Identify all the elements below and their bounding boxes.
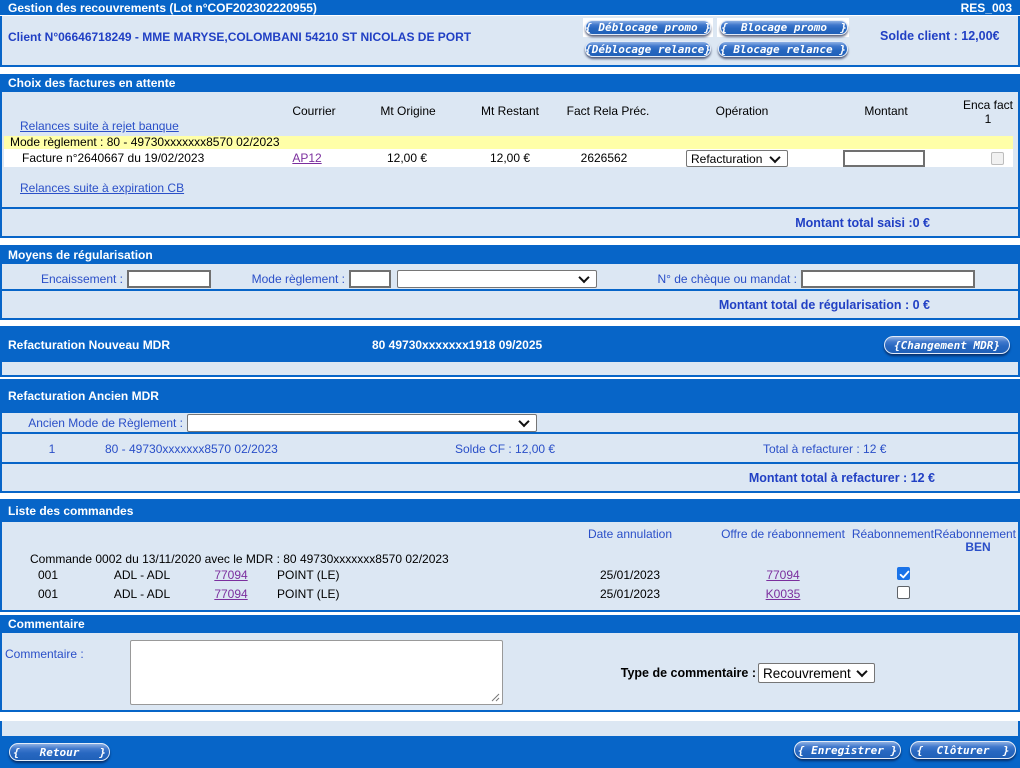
page-title: Gestion des recouvrements (Lot n°COF2023… (8, 1, 317, 15)
ancien-mdr-row-solde: Solde CF : 12,00 € (455, 442, 556, 456)
col-header-montant: Montant (864, 104, 908, 118)
screen-code: RES_003 (960, 1, 1012, 15)
commande-row-num: 001 (37, 568, 59, 582)
ancien-mdr-select-label: Ancien Mode de Règlement : (28, 416, 183, 430)
blocage-promo-button[interactable]: { Blocage promo } (720, 20, 848, 35)
mode-reglement-label: Mode règlement : 80 - 49730xxxxxxx8570 0… (10, 135, 280, 149)
operation-select[interactable]: Refacturation (686, 150, 788, 167)
commentaire-section-header (0, 615, 1020, 633)
page: Gestion des recouvrements (Lot n°COF2023… (0, 0, 1020, 768)
cheque-label: N° de chèque ou mandat : (657, 272, 797, 286)
col-header-enca-fact: Enca fact 1 (962, 98, 1014, 126)
commande-row-date: 25/01/2023 (599, 587, 661, 601)
fact-rela-value: 2626562 (580, 151, 628, 165)
col-header-date-annulation: Date annulation (587, 527, 673, 541)
deblocage-promo-button[interactable]: { Déblocage promo } (585, 20, 711, 35)
divider (2, 462, 1018, 464)
commentaire-section-title: Commentaire (8, 617, 85, 631)
col-header-mt-origine: Mt Origine (380, 104, 436, 118)
solde-client: Solde client : 12,00€ (880, 29, 1000, 43)
commande-row-nom: POINT (LE) (277, 587, 340, 601)
divider (2, 207, 1018, 209)
ancien-mdr-row-num: 1 (48, 442, 56, 456)
montant-input[interactable] (843, 150, 925, 167)
client-info: Client N°06646718249 - MME MARYSE,COLOMB… (8, 30, 472, 44)
nouveau-mdr-strip (0, 362, 1020, 377)
relances-expiration-link[interactable]: Relances suite à expiration CB (20, 181, 184, 195)
moyens-section-header (0, 245, 1020, 264)
commande-code-link[interactable]: 77094 (214, 568, 247, 582)
courrier-link[interactable]: AP12 (292, 151, 321, 165)
type-commentaire-label: Type de commentaire : (620, 666, 756, 680)
montant-total-refacturer: Montant total à refacturer : 12 € (748, 471, 935, 485)
encaissement-label: Encaissement : (40, 272, 123, 286)
resize-grip-icon (491, 693, 500, 702)
commande-row-type: ADL - ADL (113, 587, 171, 601)
montant-total-regularisation: Montant total de régularisation : 0 € (718, 298, 930, 312)
ancien-mdr-row-total: Total à refacturer : 12 € (763, 442, 887, 456)
commande-label: Commande 0002 du 13/11/2020 avec le MDR … (30, 552, 449, 566)
mode-reglement-input[interactable] (349, 270, 391, 288)
ancien-mdr-section-title: Refacturation Ancien MDR (8, 389, 159, 403)
col-header-reabonnement-group: Réabonnement Réabonnement (852, 527, 1016, 541)
deblocage-relance-button[interactable]: {Déblocage relance} (585, 41, 711, 57)
offre-link[interactable]: K0035 (766, 587, 801, 601)
commande-code-link[interactable]: 77094 (214, 587, 247, 601)
offre-link[interactable]: 77094 (766, 568, 799, 582)
facture-label: Facture n°2640667 du 19/02/2023 (22, 151, 205, 165)
commandes-section-title: Liste des commandes (8, 504, 134, 518)
encaissement-input[interactable] (127, 270, 211, 288)
ancien-mdr-select[interactable] (187, 414, 537, 432)
montant-total-saisi: Montant total saisi :0 € (795, 216, 930, 230)
col-header-courrier: Courrier (292, 104, 336, 118)
relances-rejet-link[interactable]: Relances suite à rejet banque (20, 119, 179, 133)
commande-row-num: 001 (37, 587, 59, 601)
col-header-reabonnement: Réabonnement (851, 527, 934, 541)
commande-row-type: ADL - ADL (113, 568, 171, 582)
cheque-input[interactable] (801, 270, 975, 288)
empty-strip (0, 721, 1020, 738)
enregistrer-button[interactable]: { Enregistrer } (794, 741, 901, 759)
col-header-reabonnement-ben: Réabonnement (933, 527, 1016, 541)
enca-fact-checkbox[interactable] (991, 152, 1004, 165)
moyens-section-title: Moyens de régularisation (8, 248, 153, 262)
col-header-offre: Offre de réabonnement (721, 527, 845, 541)
mode-reglement-input-label: Mode règlement : (251, 272, 345, 286)
mode-reglement-select[interactable] (397, 270, 597, 288)
col-header-fact-rela: Fact Rela Préc. (566, 104, 650, 118)
col-header-ben: BEN (965, 540, 991, 554)
cloturer-button[interactable]: { Clôturer } (910, 741, 1016, 759)
col-header-mt-restant: Mt Restant (480, 104, 540, 118)
mt-restant-value: 12,00 € (489, 151, 531, 165)
nouveau-mdr-value: 80 49730xxxxxxx1918 09/2025 (372, 338, 543, 352)
type-commentaire-select[interactable]: Recouvrement (758, 663, 875, 683)
mt-origine-value: 12,00 € (386, 151, 428, 165)
col-header-operation: Opération (715, 104, 769, 118)
divider (2, 432, 1018, 434)
reabonnement-checkbox-row2[interactable] (897, 586, 910, 599)
commandes-section-header (0, 499, 1020, 522)
commentaire-label: Commentaire : (5, 647, 84, 661)
commentaire-textarea[interactable] (130, 640, 503, 705)
commande-row-nom: POINT (LE) (277, 568, 340, 582)
divider (2, 289, 1018, 291)
commande-row-date: 25/01/2023 (599, 568, 661, 582)
ancien-mdr-row-mdr: 80 - 49730xxxxxxx8570 02/2023 (105, 442, 278, 456)
nouveau-mdr-title: Refacturation Nouveau MDR (8, 338, 171, 352)
reabonnement-checkbox-row1[interactable] (897, 567, 910, 580)
blocage-relance-button[interactable]: { Blocage relance } (718, 41, 848, 57)
changement-mdr-button[interactable]: {Changement MDR} (884, 336, 1010, 354)
retour-button[interactable]: { Retour } (9, 743, 110, 761)
factures-section-title: Choix des factures en attente (8, 76, 176, 90)
